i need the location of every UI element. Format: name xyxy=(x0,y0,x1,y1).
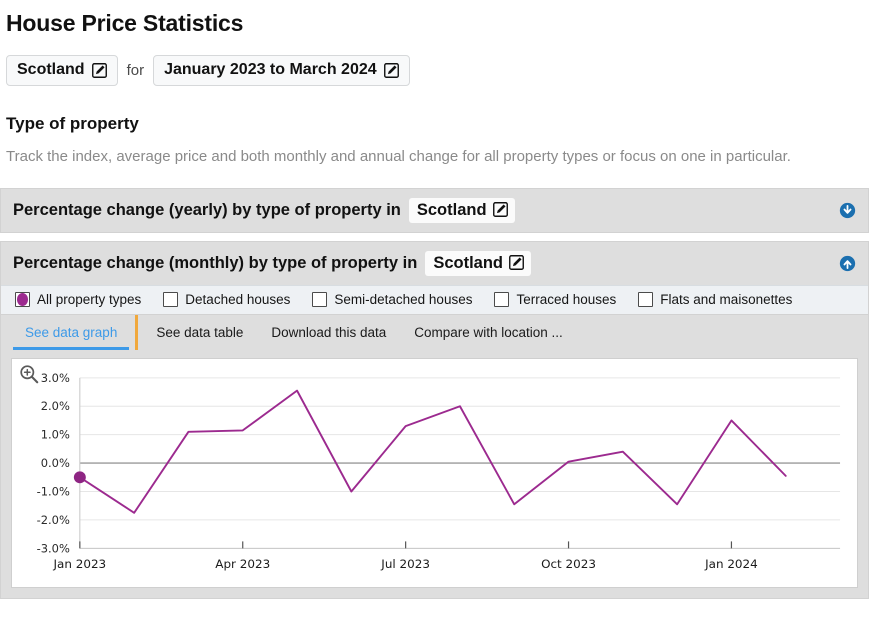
tab-download-this-data[interactable]: Download this data xyxy=(257,315,400,350)
chart-gridlines xyxy=(80,378,840,549)
accordion-monthly-location-chip[interactable]: Scotland xyxy=(425,251,531,276)
chart-tabs: See data graph See data table Download t… xyxy=(1,314,868,350)
svg-text:1.0%: 1.0% xyxy=(41,428,70,442)
filter-label: Terraced houses xyxy=(516,292,616,307)
svg-text:Apr 2023: Apr 2023 xyxy=(215,557,270,571)
tab-label: Download this data xyxy=(271,325,386,340)
filter-label: Semi-detached houses xyxy=(334,292,472,307)
period-chip-button[interactable]: January 2023 to March 2024 xyxy=(153,55,410,86)
magnifier-plus-icon[interactable] xyxy=(18,363,40,385)
accordion-yearly-header[interactable]: Percentage change (yearly) by type of pr… xyxy=(1,189,868,232)
chart-container: 3.0% 2.0% 1.0% 0.0% -1.0% -2.0% -3.0% Jan 2023… xyxy=(1,350,868,598)
filter-label: Detached houses xyxy=(185,292,290,307)
type-of-property-description: Track the index, average price and both … xyxy=(6,146,846,168)
filter-terraced-houses[interactable]: Terraced houses xyxy=(494,292,616,307)
filter-label: All property types xyxy=(37,292,141,307)
svg-text:-3.0%: -3.0% xyxy=(37,541,70,555)
edit-pencil-icon[interactable] xyxy=(493,202,508,217)
svg-text:Oct 2023: Oct 2023 xyxy=(541,557,596,571)
page-title: House Price Statistics xyxy=(6,10,869,37)
series-all-property-types xyxy=(80,391,786,513)
accordion-yearly-title: Percentage change (yearly) by type of pr… xyxy=(13,201,401,220)
checkbox-terraced-houses[interactable] xyxy=(494,292,509,307)
svg-text:-1.0%: -1.0% xyxy=(37,485,70,499)
accordion-monthly-header[interactable]: Percentage change (monthly) by type of p… xyxy=(1,242,868,285)
svg-text:Jul 2023: Jul 2023 xyxy=(380,557,430,571)
svg-text:3.0%: 3.0% xyxy=(41,371,70,385)
chart-series xyxy=(80,391,786,513)
property-type-filter-row: All property types Detached houses Semi-… xyxy=(1,285,868,314)
filter-all-property-types[interactable]: All property types xyxy=(15,292,141,307)
line-chart[interactable]: 3.0% 2.0% 1.0% 0.0% -1.0% -2.0% -3.0% Jan 2023… xyxy=(12,359,857,587)
checkbox-all-property-types[interactable] xyxy=(15,292,30,307)
tab-label: Compare with location ... xyxy=(414,325,563,340)
filter-detached-houses[interactable]: Detached houses xyxy=(163,292,290,307)
checkbox-detached-houses[interactable] xyxy=(163,292,178,307)
filter-label: Flats and maisonettes xyxy=(660,292,792,307)
accordion-monthly-location-label: Scotland xyxy=(433,254,503,272)
chart-panel: 3.0% 2.0% 1.0% 0.0% -1.0% -2.0% -3.0% Jan 2023… xyxy=(11,358,858,588)
for-label: for xyxy=(127,62,145,79)
type-of-property-heading: Type of property xyxy=(6,114,869,134)
accordion-monthly: Percentage change (monthly) by type of p… xyxy=(0,241,869,599)
scope-selector-row: Scotland for January 2023 to March 2024 xyxy=(6,55,869,86)
chart-xtick-labels: Jan 2023 Apr 2023 Jul 2023 Oct 2023 Jan 2024 xyxy=(52,557,757,571)
svg-text:Jan 2023: Jan 2023 xyxy=(52,557,106,571)
accordion-yearly-location-chip[interactable]: Scotland xyxy=(409,198,515,223)
accordion-monthly-title: Percentage change (monthly) by type of p… xyxy=(13,254,417,273)
edit-pencil-icon[interactable] xyxy=(509,255,524,270)
svg-text:2.0%: 2.0% xyxy=(41,399,70,413)
tab-label: See data table xyxy=(156,325,243,340)
svg-text:-2.0%: -2.0% xyxy=(37,513,70,527)
tab-compare-with-location[interactable]: Compare with location ... xyxy=(400,315,577,350)
svg-text:Jan 2024: Jan 2024 xyxy=(704,557,758,571)
svg-text:0.0%: 0.0% xyxy=(41,456,70,470)
tab-separator xyxy=(135,315,138,350)
checkbox-semi-detached-houses[interactable] xyxy=(312,292,327,307)
page-root: House Price Statistics Scotland for Janu… xyxy=(0,10,869,643)
edit-pencil-icon[interactable] xyxy=(92,63,107,78)
filter-flats-and-maisonettes[interactable]: Flats and maisonettes xyxy=(638,292,792,307)
period-chip-label: January 2023 to March 2024 xyxy=(164,62,377,78)
circle-arrow-up-icon[interactable] xyxy=(839,255,856,272)
tab-see-data-table[interactable]: See data table xyxy=(142,315,257,350)
accordion-yearly-location-label: Scotland xyxy=(417,201,487,219)
filter-semi-detached-houses[interactable]: Semi-detached houses xyxy=(312,292,472,307)
series-point-marker xyxy=(74,471,86,483)
tab-see-data-graph[interactable]: See data graph xyxy=(11,315,131,350)
tab-label: See data graph xyxy=(25,325,117,340)
location-chip-label: Scotland xyxy=(17,62,85,78)
chart-markers xyxy=(74,471,86,483)
location-chip-button[interactable]: Scotland xyxy=(6,55,118,86)
accordion-yearly: Percentage change (yearly) by type of pr… xyxy=(0,188,869,233)
edit-pencil-icon[interactable] xyxy=(384,63,399,78)
circle-arrow-down-icon[interactable] xyxy=(839,202,856,219)
chart-ytick-labels: 3.0% 2.0% 1.0% 0.0% -1.0% -2.0% -3.0% xyxy=(37,371,70,555)
checkbox-flats-and-maisonettes[interactable] xyxy=(638,292,653,307)
